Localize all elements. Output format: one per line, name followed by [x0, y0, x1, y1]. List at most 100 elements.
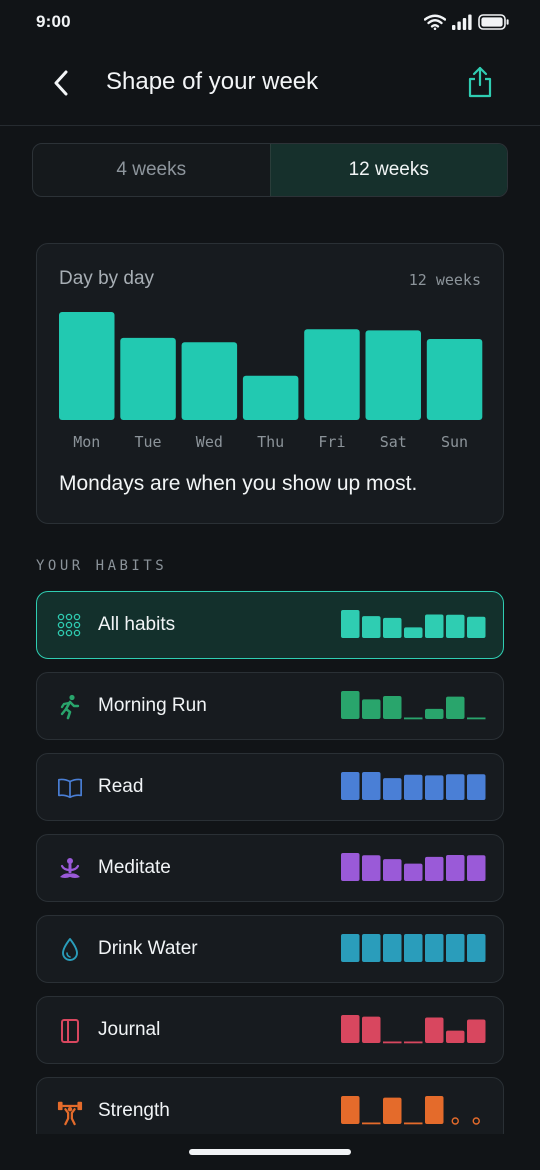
cellular-signal-icon — [452, 14, 472, 30]
habit-week-sparkline — [341, 772, 486, 800]
day-by-day-chart: Mon Tue Wed Thu Fri Sat Sun — [59, 312, 483, 451]
habit-name: Read — [98, 776, 144, 797]
spark-bar — [467, 774, 486, 800]
spark-bar — [446, 696, 465, 719]
chart-day-label: Fri — [318, 433, 345, 451]
spark-bar — [467, 1019, 486, 1043]
chart-bar — [242, 375, 299, 420]
spark-bar — [467, 855, 486, 881]
spark-bar — [362, 616, 381, 638]
spark-bar — [446, 774, 465, 800]
habit-week-sparkline — [341, 691, 486, 720]
spark-bar — [446, 614, 465, 638]
spark-bar — [341, 610, 360, 638]
spark-bar — [362, 934, 381, 962]
dumbbell-icon — [57, 1099, 83, 1126]
spark-bar — [341, 691, 360, 719]
share-icon — [468, 66, 492, 98]
spark-bar — [467, 934, 486, 962]
meditation-icon — [57, 856, 83, 882]
battery-icon — [478, 14, 509, 30]
back-button[interactable] — [44, 66, 78, 100]
chart-day-label: Sat — [380, 433, 407, 451]
spark-bar — [341, 1015, 360, 1043]
spark-zero-line — [404, 1041, 423, 1044]
habit-name: Strength — [98, 1100, 170, 1121]
spark-bar — [425, 1017, 444, 1043]
chart-bar — [426, 339, 483, 420]
spark-bar — [341, 853, 360, 881]
page-title: Shape of your week — [106, 68, 319, 95]
spark-bar — [446, 1030, 465, 1043]
habit-row[interactable]: Drink Water — [36, 915, 504, 983]
spark-zero-line — [404, 1122, 423, 1125]
spark-bar — [362, 772, 381, 800]
habit-row[interactable]: Morning Run — [36, 672, 504, 740]
day-by-day-card: Day by day 12 weeks Mon Tue Wed Thu Fri Sat Su… — [36, 243, 504, 524]
spark-zero-line — [404, 717, 423, 720]
nav-bar: Shape of your week — [0, 44, 540, 126]
status-bar: 9:00 — [0, 0, 540, 44]
spark-bar — [425, 708, 444, 719]
card-insight: Mondays are when you show up most. — [59, 472, 418, 495]
spark-bar — [467, 616, 486, 638]
chart-bar — [304, 329, 360, 420]
habit-name: Drink Water — [98, 938, 198, 959]
water-drop-icon — [57, 937, 83, 963]
habit-week-sparkline — [341, 1015, 486, 1044]
chart-bar — [59, 312, 115, 420]
spark-bar — [341, 1096, 360, 1124]
spark-bar — [362, 855, 381, 881]
habit-name: Journal — [98, 1019, 161, 1040]
habit-week-sparkline — [341, 853, 486, 881]
spark-bar — [383, 778, 402, 800]
chart-day-label: Tue — [135, 433, 162, 451]
chart-bar — [365, 330, 421, 420]
grid-icon — [57, 613, 83, 639]
chevron-left-icon — [54, 70, 68, 96]
habit-row[interactable]: All habits — [36, 591, 504, 659]
habits-section-label: YOUR HABITS — [36, 558, 168, 574]
spark-zero-line — [362, 1122, 381, 1125]
spark-bar — [425, 856, 444, 881]
spark-bar — [446, 934, 465, 962]
habit-week-sparkline — [341, 610, 486, 638]
chart-bar — [181, 342, 238, 420]
habit-week-sparkline — [341, 934, 486, 962]
spark-bar — [404, 774, 423, 800]
spark-bar — [404, 934, 423, 962]
chart-day-label: Thu — [257, 433, 284, 451]
wifi-icon — [424, 14, 446, 30]
spark-bar — [341, 934, 360, 962]
journal-icon — [57, 1018, 83, 1044]
range-option-12-weeks[interactable]: 12 weeks — [269, 144, 507, 196]
spark-bar — [383, 696, 402, 719]
chart-bar — [120, 337, 176, 420]
status-time: 9:00 — [36, 12, 71, 31]
chart-day-label: Wed — [196, 433, 223, 451]
chart-day-label: Sun — [441, 433, 468, 451]
habit-row[interactable]: Journal — [36, 996, 504, 1064]
spark-bar — [425, 775, 444, 800]
spark-bar — [383, 1097, 402, 1124]
spark-bar — [404, 863, 423, 881]
habit-name: Meditate — [98, 857, 171, 878]
spark-zero-line — [383, 1041, 402, 1044]
range-option-4-weeks[interactable]: 4 weeks — [33, 144, 270, 196]
spark-bar — [446, 854, 465, 881]
spark-bar — [425, 934, 444, 962]
habit-row[interactable]: Meditate — [36, 834, 504, 902]
habit-row[interactable]: Read — [36, 753, 504, 821]
spark-bar — [341, 772, 360, 800]
spark-empty-dot — [472, 1117, 480, 1125]
spark-bar — [425, 614, 444, 638]
spark-bar — [362, 699, 381, 719]
spark-zero-line — [467, 717, 486, 720]
running-icon — [57, 694, 83, 720]
range-toggle: 4 weeks 12 weeks — [32, 143, 508, 197]
spark-bar — [425, 1096, 444, 1124]
habit-name: Morning Run — [98, 695, 207, 716]
status-icons — [424, 14, 510, 30]
spark-bar — [383, 859, 402, 881]
share-button[interactable] — [462, 64, 498, 100]
